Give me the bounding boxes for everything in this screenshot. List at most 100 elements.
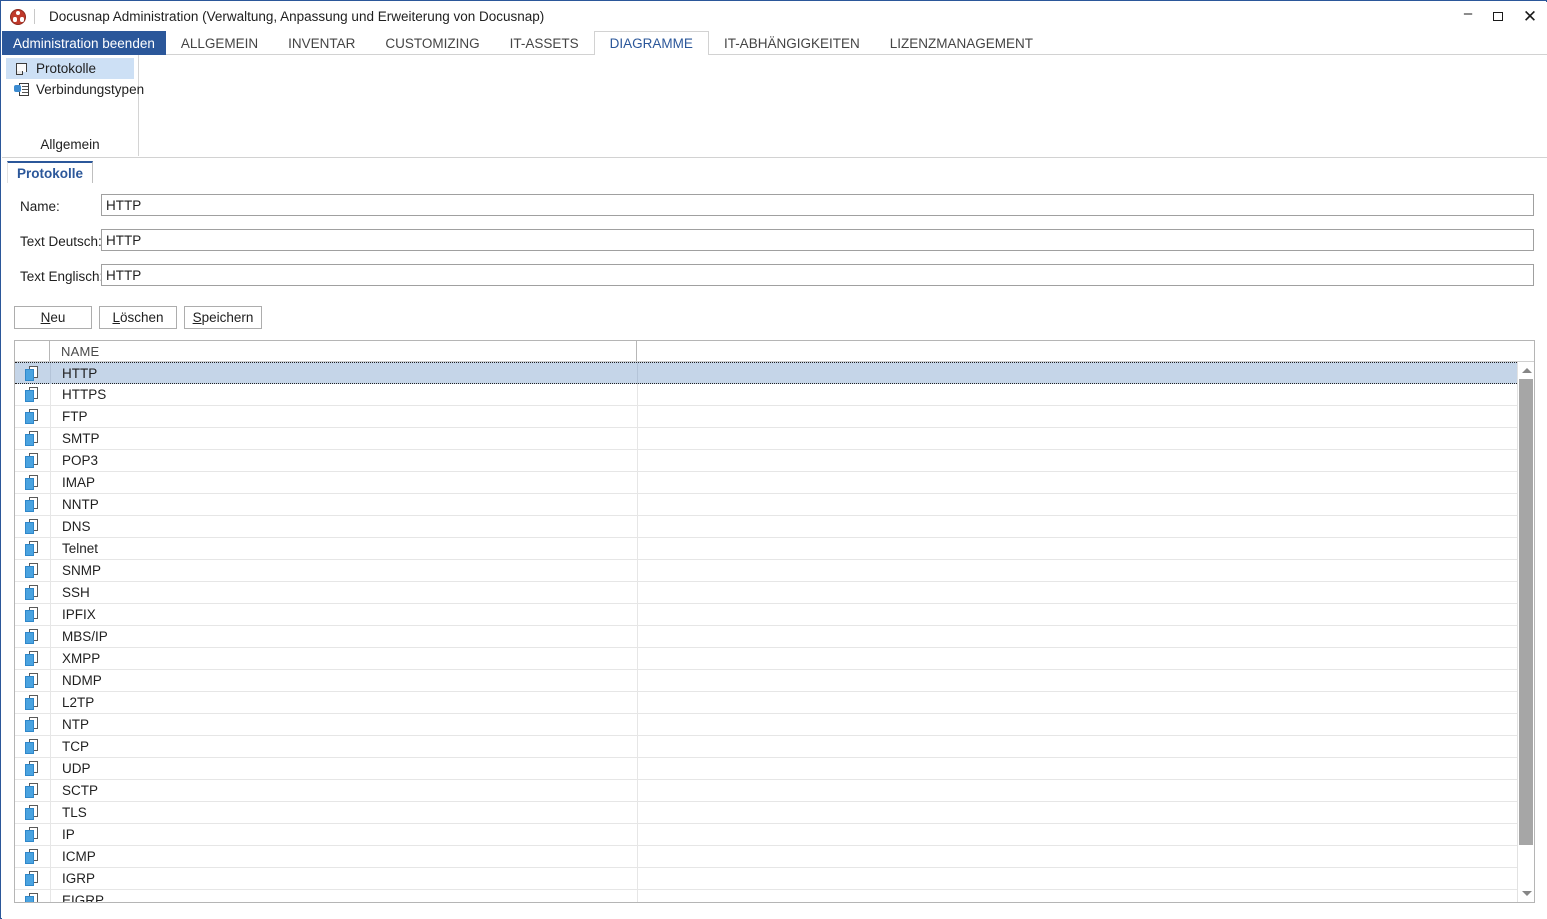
scroll-up-arrow-icon[interactable] xyxy=(1518,362,1534,379)
table-row[interactable]: L2TP xyxy=(15,692,1517,714)
row-spacer-cell xyxy=(637,582,1517,603)
table-row[interactable]: IPFIX xyxy=(15,604,1517,626)
name-input[interactable] xyxy=(101,194,1534,216)
row-icon-cell xyxy=(15,406,50,427)
row-spacer-cell xyxy=(637,670,1517,691)
grid-header-row: NAME xyxy=(15,341,1534,362)
table-row[interactable]: IMAP xyxy=(15,472,1517,494)
document-copy-icon xyxy=(25,475,40,490)
row-name-cell: SSH xyxy=(50,582,637,603)
row-spacer-cell xyxy=(637,890,1517,902)
row-spacer-cell xyxy=(637,538,1517,559)
row-spacer-cell xyxy=(637,472,1517,493)
table-row[interactable]: SNMP xyxy=(15,560,1517,582)
text-deutsch-input[interactable] xyxy=(101,229,1534,251)
connection-type-icon xyxy=(14,82,30,98)
table-row[interactable]: HTTPS xyxy=(15,384,1517,406)
row-name-cell: NDMP xyxy=(50,670,637,691)
tab-inventar[interactable]: INVENTAR xyxy=(273,31,370,55)
document-copy-icon xyxy=(25,871,40,886)
title-bar: Docusnap Administration (Verwaltung, Anp… xyxy=(2,2,1547,31)
tab-customizing[interactable]: CUSTOMIZING xyxy=(370,31,494,55)
table-row[interactable]: NTP xyxy=(15,714,1517,736)
neu-button[interactable]: Neu xyxy=(14,306,92,329)
table-row[interactable]: XMPP xyxy=(15,648,1517,670)
table-row[interactable]: IGRP xyxy=(15,868,1517,890)
tab-it-abhaengigkeiten[interactable]: IT-ABHÄNGIGKEITEN xyxy=(709,31,875,55)
tab-it-assets[interactable]: IT-ASSETS xyxy=(495,31,594,55)
document-copy-icon xyxy=(25,783,40,798)
name-label: Name: xyxy=(20,199,60,214)
maximize-button[interactable] xyxy=(1483,2,1513,31)
grid-header-name-column[interactable]: NAME xyxy=(50,341,637,361)
row-spacer-cell xyxy=(637,758,1517,779)
table-row[interactable]: SCTP xyxy=(15,780,1517,802)
scrollbar-thumb[interactable] xyxy=(1519,379,1533,845)
document-copy-icon xyxy=(25,519,40,534)
row-icon-cell xyxy=(15,736,50,757)
table-row[interactable]: MBS/IP xyxy=(15,626,1517,648)
row-icon-cell xyxy=(15,604,50,625)
tab-lizenzmanagement[interactable]: LIZENZMANAGEMENT xyxy=(875,31,1048,55)
table-row[interactable]: EIGRP xyxy=(15,890,1517,902)
table-row[interactable]: POP3 xyxy=(15,450,1517,472)
docusnap-logo-icon xyxy=(10,8,26,25)
table-row[interactable]: ICMP xyxy=(15,846,1517,868)
row-name-cell: MBS/IP xyxy=(50,626,637,647)
loeschen-button-label: Löschen xyxy=(112,310,164,325)
minimize-button[interactable]: – xyxy=(1453,0,1483,35)
minimize-icon: – xyxy=(1463,4,1473,22)
table-row[interactable]: IP xyxy=(15,824,1517,846)
table-row[interactable]: SSH xyxy=(15,582,1517,604)
ribbon-item-protokolle[interactable]: Protokolle xyxy=(6,58,134,79)
document-copy-icon xyxy=(25,849,40,864)
document-copy-icon xyxy=(25,739,40,754)
row-icon-cell xyxy=(15,516,50,537)
row-icon-cell xyxy=(15,363,50,384)
ribbon-group-allgemein: Protokolle Verbindungstypen Allgemein xyxy=(2,55,144,156)
text-englisch-input[interactable] xyxy=(101,264,1534,286)
table-row[interactable]: HTTP xyxy=(15,362,1517,384)
speichern-button[interactable]: Speichern xyxy=(184,306,262,329)
close-button[interactable]: ✕ xyxy=(1513,2,1547,31)
table-row[interactable]: DNS xyxy=(15,516,1517,538)
document-copy-icon xyxy=(25,717,40,732)
row-name-cell: SCTP xyxy=(50,780,637,801)
document-copy-icon xyxy=(25,541,40,556)
table-row[interactable]: NNTP xyxy=(15,494,1517,516)
scroll-down-arrow-icon[interactable] xyxy=(1518,885,1534,902)
row-name-cell: DNS xyxy=(50,516,637,537)
row-spacer-cell xyxy=(637,648,1517,669)
grid-body[interactable]: HTTP HTTPS FTP SMTP POP3 IMAP NNTP DNS Telnet SNM… xyxy=(15,362,1517,902)
document-copy-icon xyxy=(25,827,40,842)
row-spacer-cell xyxy=(637,560,1517,581)
row-spacer-cell xyxy=(637,604,1517,625)
tab-administration-beenden[interactable]: Administration beenden xyxy=(2,31,166,55)
row-icon-cell xyxy=(15,714,50,735)
row-spacer-cell xyxy=(637,736,1517,757)
grid-vertical-scrollbar[interactable] xyxy=(1517,362,1534,902)
table-row[interactable]: Telnet xyxy=(15,538,1517,560)
table-row[interactable]: FTP xyxy=(15,406,1517,428)
tab-diagramme[interactable]: DIAGRAMME xyxy=(593,31,709,55)
close-icon: ✕ xyxy=(1522,6,1538,26)
row-spacer-cell xyxy=(637,516,1517,537)
row-name-cell: UDP xyxy=(50,758,637,779)
document-tab-protokolle[interactable]: Protokolle xyxy=(7,161,94,183)
window-title: Docusnap Administration (Verwaltung, Anp… xyxy=(49,9,545,24)
row-icon-cell xyxy=(15,538,50,559)
document-copy-icon xyxy=(25,651,40,666)
row-spacer-cell xyxy=(637,362,1517,384)
table-row[interactable]: TLS xyxy=(15,802,1517,824)
table-row[interactable]: UDP xyxy=(15,758,1517,780)
table-row[interactable]: SMTP xyxy=(15,428,1517,450)
document-tab-protokolle-label: Protokolle xyxy=(17,165,84,181)
table-row[interactable]: NDMP xyxy=(15,670,1517,692)
ribbon-item-verbindungstypen[interactable]: Verbindungstypen xyxy=(6,79,144,100)
row-name-cell: IGRP xyxy=(50,868,637,889)
row-name-cell: NTP xyxy=(50,714,637,735)
tab-allgemein[interactable]: ALLGEMEIN xyxy=(166,31,273,55)
table-row[interactable]: TCP xyxy=(15,736,1517,758)
row-icon-cell xyxy=(15,692,50,713)
loeschen-button[interactable]: Löschen xyxy=(99,306,177,329)
